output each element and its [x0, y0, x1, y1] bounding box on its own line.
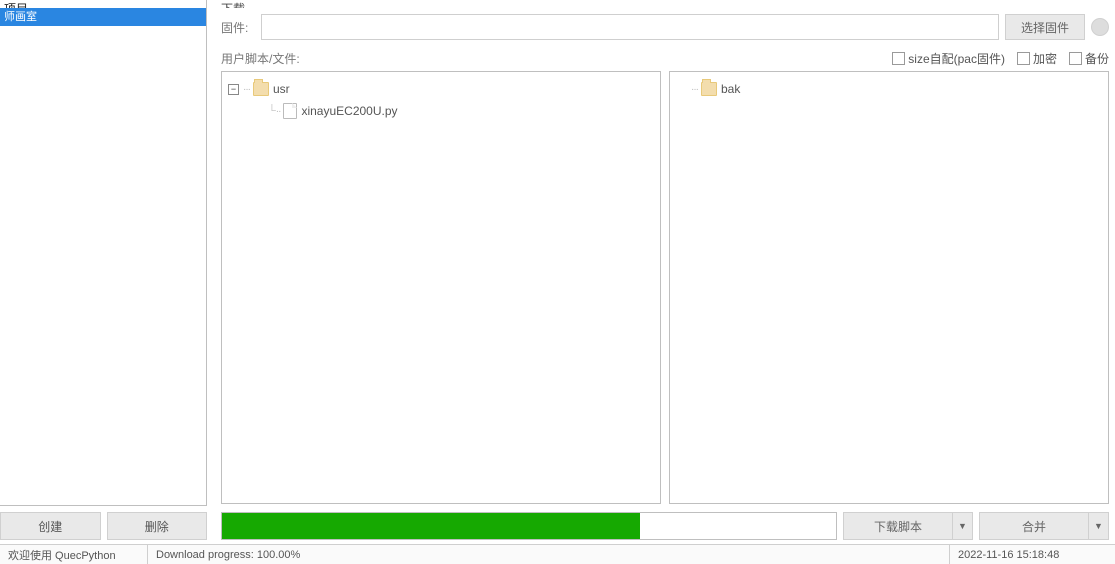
checkbox-encrypt-label: 加密	[1033, 50, 1057, 67]
tree-dots-icon: ···	[691, 84, 698, 95]
create-button[interactable]: 创建	[0, 512, 101, 540]
left-panel: 项目 师画室 创建 删除	[0, 0, 207, 540]
checkbox-backup-label: 备份	[1085, 50, 1109, 67]
merge-button[interactable]: 合并	[979, 512, 1089, 540]
progress-fill	[222, 513, 640, 539]
chevron-down-icon: ▼	[958, 521, 967, 531]
scriptfile-row: 用户脚本/文件: size自配(pac固件) 加密 备份	[221, 50, 1109, 67]
select-firmware-button[interactable]: 选择固件	[1005, 14, 1085, 40]
firmware-input[interactable]	[261, 14, 999, 40]
tree-node-label: bak	[721, 82, 740, 96]
download-dropdown-button[interactable]: ▼	[953, 512, 973, 540]
scriptfile-label: 用户脚本/文件:	[221, 50, 300, 67]
checkbox-icon	[892, 52, 905, 65]
tree-node-label: xinayuEC200U.py	[301, 104, 397, 118]
project-item-selected[interactable]: 师画室	[0, 8, 206, 26]
status-progress-text: Download progress: 100.00%	[148, 545, 950, 564]
folder-icon	[253, 82, 269, 96]
chevron-down-icon: ▼	[1094, 521, 1103, 531]
tree-connector-icon: └	[268, 105, 276, 117]
right-panel: 下载 固件: 选择固件 用户脚本/文件: size自配(pac固件) 加密 备份	[207, 0, 1115, 540]
tree-node-root[interactable]: − ··· usr	[228, 78, 654, 100]
firmware-row: 固件: 选择固件	[221, 14, 1109, 40]
tree-left[interactable]: − ··· usr └ ·· xinayuEC200U.py	[221, 71, 661, 504]
checkbox-backup[interactable]: 备份	[1069, 50, 1109, 67]
status-bar: 欢迎使用 QuecPython Download progress: 100.0…	[0, 544, 1115, 564]
tree-node-file[interactable]: └ ·· xinayuEC200U.py	[268, 100, 654, 122]
project-list: 项目 师画室	[0, 0, 207, 506]
download-script-button[interactable]: 下载脚本	[843, 512, 953, 540]
checkbox-size-label: size自配(pac固件)	[908, 50, 1005, 67]
checkbox-icon	[1069, 52, 1082, 65]
status-timestamp: 2022-11-16 15:18:48	[950, 545, 1115, 564]
tree-node-label: usr	[273, 82, 290, 96]
status-welcome: 欢迎使用 QuecPython	[0, 545, 148, 564]
tree-node-root[interactable]: ··· bak	[676, 78, 1102, 100]
progress-bar	[221, 512, 837, 540]
status-indicator-icon	[1091, 18, 1109, 36]
checkbox-size-auto[interactable]: size自配(pac固件)	[892, 50, 1005, 67]
tree-dots-icon: ···	[243, 84, 250, 95]
delete-button[interactable]: 删除	[107, 512, 208, 540]
tree-dots-icon: ··	[276, 106, 281, 117]
file-icon	[283, 103, 297, 119]
checkbox-encrypt[interactable]: 加密	[1017, 50, 1057, 67]
folder-icon	[701, 82, 717, 96]
collapse-icon[interactable]: −	[228, 84, 239, 95]
checkbox-icon	[1017, 52, 1030, 65]
tree-right[interactable]: ··· bak	[669, 71, 1109, 504]
right-header-partial: 下载	[221, 0, 1109, 8]
merge-dropdown-button[interactable]: ▼	[1089, 512, 1109, 540]
left-header-partial: 项目	[0, 0, 206, 8]
firmware-label: 固件:	[221, 19, 261, 36]
